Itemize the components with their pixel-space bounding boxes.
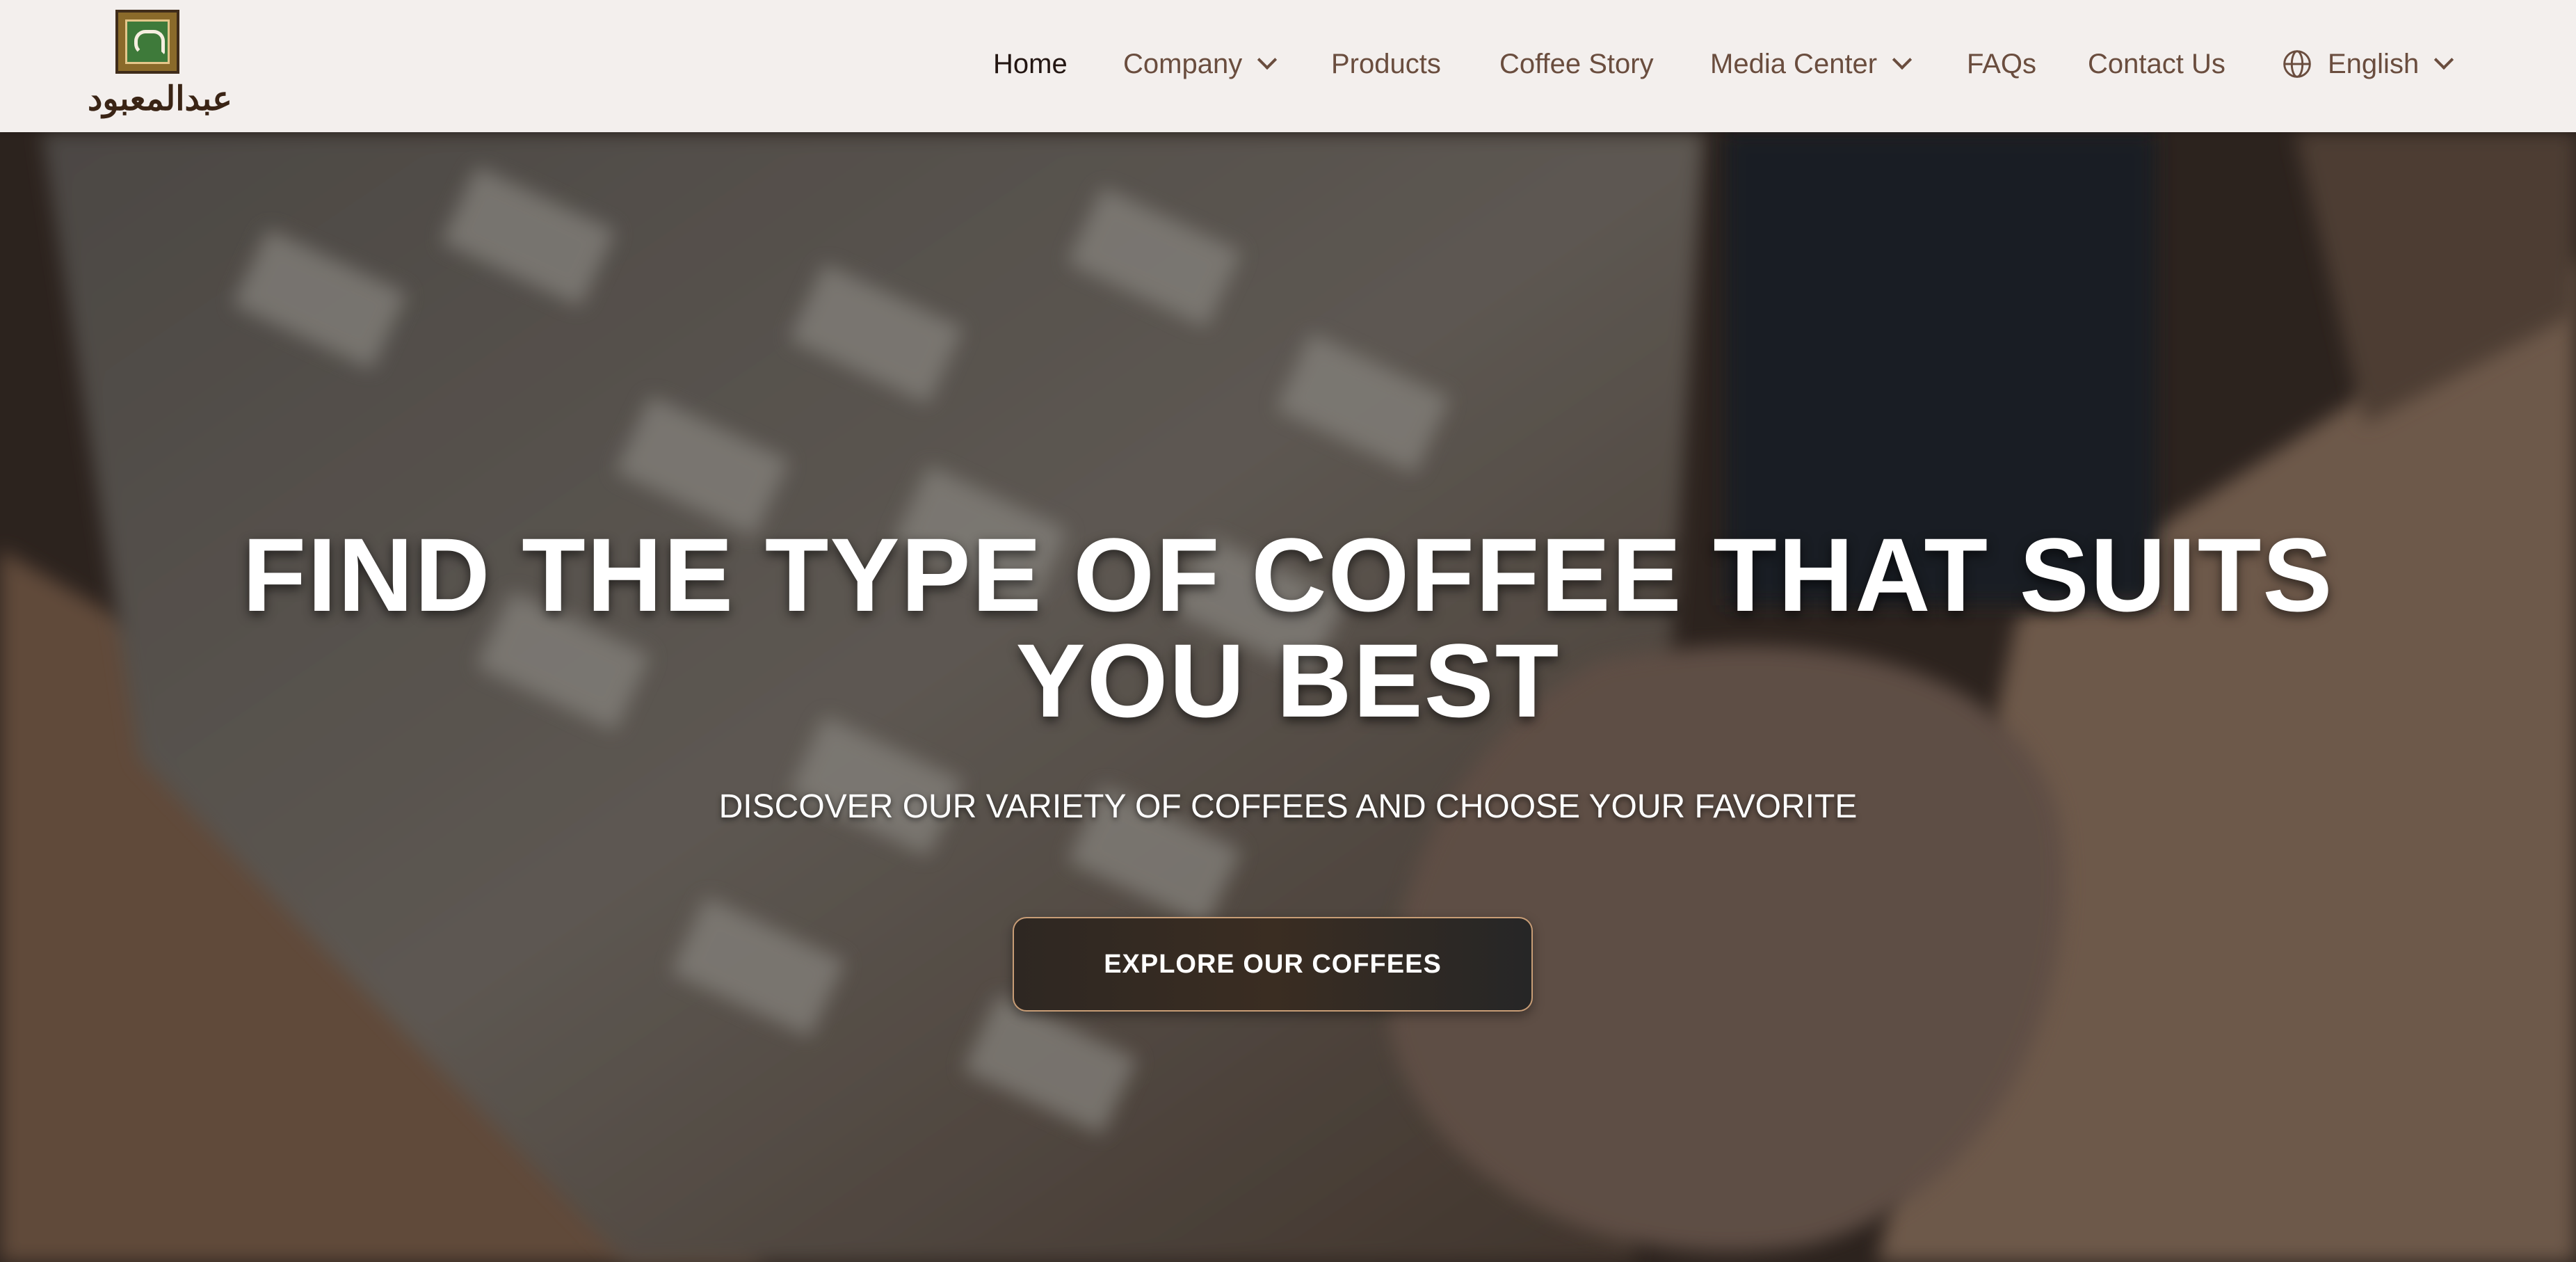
chevron-down-icon bbox=[1257, 49, 1278, 70]
nav-item-media-center[interactable]: Media Center bbox=[1710, 47, 1913, 81]
language-selector[interactable]: English bbox=[2282, 47, 2454, 81]
nav-item-label: Coffee Story bbox=[1499, 49, 1654, 79]
globe-icon bbox=[2283, 50, 2311, 78]
chevron-down-icon bbox=[1892, 49, 1913, 70]
nav-item-faqs[interactable]: FAQs bbox=[1967, 47, 2036, 81]
nav-item-products[interactable]: Products bbox=[1331, 47, 1441, 81]
site-header: عبدالمعبود Home Company Products Coffee … bbox=[0, 0, 2576, 132]
nav-item-label: Home bbox=[993, 49, 1068, 79]
language-label: English bbox=[2328, 49, 2420, 79]
nav-item-contact-us[interactable]: Contact Us bbox=[2088, 47, 2225, 81]
hero-title: FIND THE TYPE OF COFFEE THAT SUITS YOU B… bbox=[242, 516, 2334, 739]
explore-coffees-button[interactable]: EXPLORE OUR COFFEES bbox=[1013, 917, 1533, 1012]
nav-item-home[interactable]: Home bbox=[993, 47, 1068, 81]
nav-item-label: Company bbox=[1123, 49, 1243, 79]
nav-item-label: Contact Us bbox=[2088, 49, 2225, 79]
nav-item-company[interactable]: Company bbox=[1123, 47, 1278, 81]
main-nav: Home Company Products Coffee Story Media… bbox=[0, 0, 2576, 132]
hero-subtitle: DISCOVER OUR VARIETY OF COFFEES AND CHOO… bbox=[718, 788, 1858, 825]
nav-item-label: Media Center bbox=[1710, 49, 1878, 79]
nav-item-label: Products bbox=[1331, 49, 1441, 79]
chevron-down-icon bbox=[2434, 49, 2454, 70]
hero-section: FIND THE TYPE OF COFFEE THAT SUITS YOU B… bbox=[0, 132, 2576, 1262]
nav-item-coffee-story[interactable]: Coffee Story bbox=[1499, 47, 1654, 81]
nav-item-label: FAQs bbox=[1967, 49, 2037, 79]
